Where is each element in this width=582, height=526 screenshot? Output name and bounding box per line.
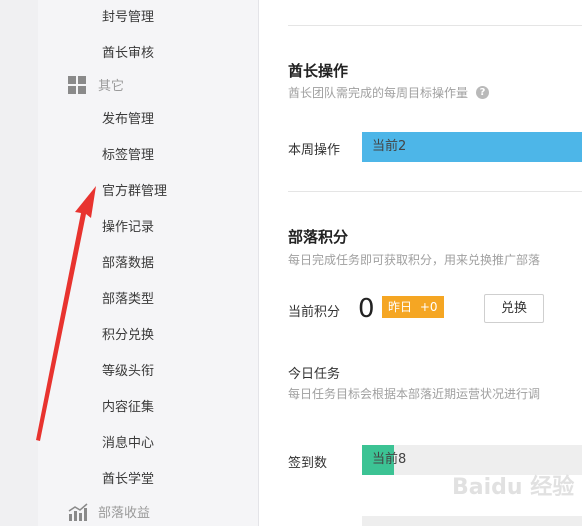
grid-icon bbox=[68, 75, 86, 94]
yesterday-value: +0 bbox=[419, 300, 438, 314]
yesterday-points-badge: 昨日 +0 bbox=[382, 296, 444, 318]
today-tasks-desc: 每日任务目标会根据本部落近期运营状况进行调 bbox=[288, 387, 541, 401]
sidebar-group-tribe-income[interactable]: 部落收益 bbox=[68, 502, 150, 521]
section-divider bbox=[288, 25, 582, 26]
checkin-bar-text: 当前8 bbox=[372, 452, 407, 467]
bar-chart-icon bbox=[68, 502, 88, 521]
sidebar-item-message-center[interactable]: 消息中心 bbox=[102, 432, 154, 451]
section-divider bbox=[288, 191, 582, 192]
baidu-watermark-text: Baidu 经验 bbox=[452, 474, 574, 500]
weekly-ops-label: 本周操作 bbox=[288, 143, 341, 158]
chief-ops-title: 酋长操作 bbox=[288, 62, 349, 80]
left-edge-strip bbox=[0, 0, 38, 526]
checkin-count-label: 签到数 bbox=[288, 456, 328, 471]
sidebar-item-level-title[interactable]: 等级头衔 bbox=[102, 360, 154, 379]
today-tasks-title: 今日任务 bbox=[288, 367, 341, 382]
main-content: 酋长操作 酋长团队需完成的每周目标操作量 ? 本周操作 当前2 部落积分 每日完… bbox=[260, 0, 582, 526]
sidebar-item-operation-log[interactable]: 操作记录 bbox=[102, 216, 154, 235]
help-icon[interactable]: ? bbox=[476, 86, 490, 99]
sidebar-item-chief-review[interactable]: 酋长审核 bbox=[102, 42, 154, 61]
sidebar-item-official-group-management[interactable]: 官方群管理 bbox=[102, 180, 167, 199]
sidebar-item-content-collection[interactable]: 内容征集 bbox=[102, 396, 154, 415]
exchange-button[interactable]: 兑换 bbox=[484, 294, 544, 323]
sidebar-item-chief-academy[interactable]: 酋长学堂 bbox=[102, 468, 154, 487]
sidebar-item-tribe-type[interactable]: 部落类型 bbox=[102, 288, 154, 307]
current-points-label: 当前积分 bbox=[288, 305, 341, 320]
sidebar-item-publish-management[interactable]: 发布管理 bbox=[102, 108, 154, 127]
weekly-ops-bar-text: 当前2 bbox=[372, 139, 407, 154]
sidebar: 封号管理 酋长审核 其它 发布管理 标签管理 官方群管理 操作记录 部落数据 部… bbox=[38, 0, 259, 526]
sidebar-item-ban-management[interactable]: 封号管理 bbox=[102, 6, 154, 25]
weekly-ops-progress: 当前2 bbox=[362, 132, 582, 162]
tribe-points-title: 部落积分 bbox=[288, 228, 349, 246]
next-progress-track bbox=[362, 516, 582, 526]
sidebar-item-points-exchange[interactable]: 积分兑换 bbox=[102, 324, 154, 343]
yesterday-label: 昨日 bbox=[388, 300, 413, 314]
chief-ops-desc: 酋长团队需完成的每周目标操作量 ? bbox=[288, 84, 490, 101]
sidebar-group-other[interactable]: 其它 bbox=[68, 75, 124, 94]
sidebar-group-income-label: 部落收益 bbox=[98, 506, 151, 521]
sidebar-item-tribe-data[interactable]: 部落数据 bbox=[102, 252, 154, 271]
sidebar-item-tag-management[interactable]: 标签管理 bbox=[102, 144, 154, 163]
tribe-points-desc: 每日完成任务即可获取积分，用来兑换推广部落 bbox=[288, 253, 541, 267]
sidebar-group-other-label: 其它 bbox=[98, 79, 125, 94]
chief-ops-desc-text: 酋长团队需完成的每周目标操作量 bbox=[288, 86, 469, 100]
baidu-watermark: Baidu 经验 bbox=[452, 474, 574, 500]
current-points-value: 0 bbox=[358, 294, 375, 324]
